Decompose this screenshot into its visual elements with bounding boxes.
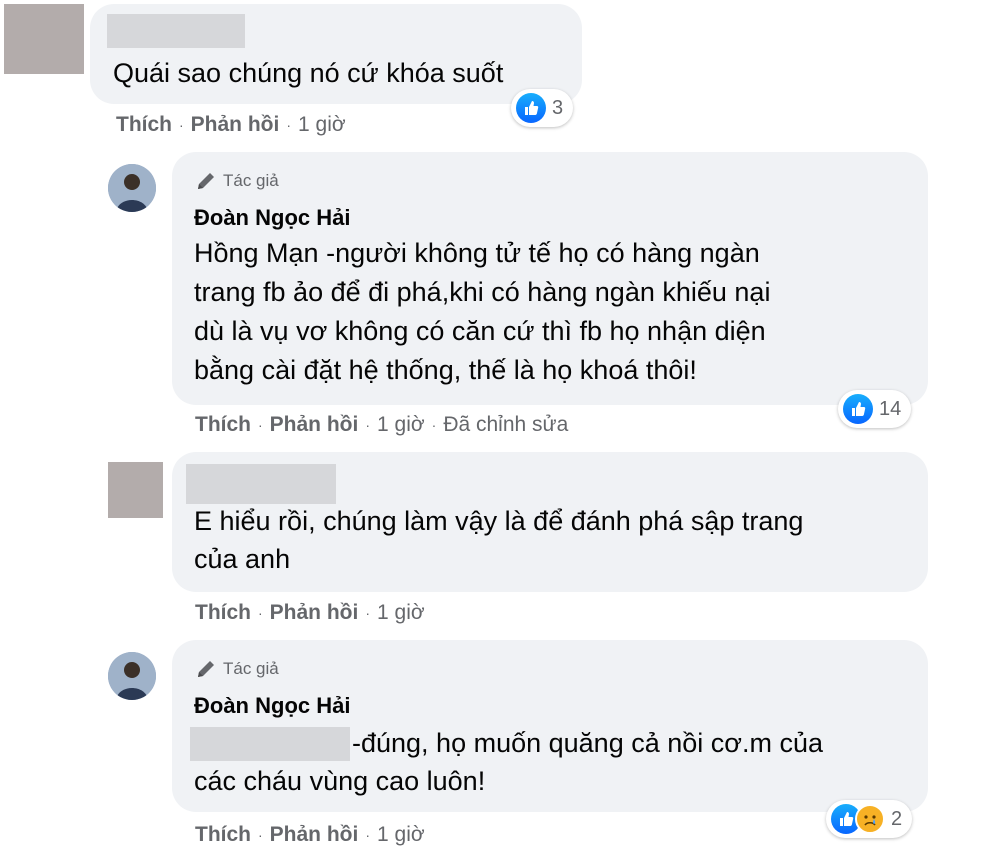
like-button[interactable]: Thích	[195, 413, 251, 437]
author-badge: Tác giả	[195, 170, 279, 192]
sad-icon	[855, 804, 885, 834]
timestamp[interactable]: 1 giờ	[377, 601, 425, 625]
reaction-count: 2	[891, 807, 903, 830]
comment-line: dù là vụ vơ không có căn cứ thì fb họ nh…	[194, 316, 766, 346]
comment-line: các cháu vùng cao luôn!	[194, 766, 486, 796]
reply-button[interactable]: Phản hồi	[270, 413, 359, 437]
blurred-name[interactable]	[186, 464, 336, 504]
separator-dot: ·	[365, 827, 371, 843]
reaction-count: 14	[879, 397, 902, 420]
like-button[interactable]: Thích	[195, 823, 251, 847]
reaction-summary[interactable]: 14	[838, 390, 912, 428]
comment-line: bằng cài đặt hệ thống, thế là họ khoá th…	[194, 355, 697, 385]
author-name[interactable]: Đoàn Ngọc Hải	[194, 693, 350, 719]
blurred-avatar[interactable]	[108, 462, 163, 518]
reaction-count: 3	[552, 96, 564, 119]
blurred-name[interactable]	[107, 14, 245, 48]
author-avatar[interactable]	[108, 652, 156, 700]
edited-label[interactable]: Đã chỉnh sửa	[443, 413, 568, 437]
author-name[interactable]: Đoàn Ngọc Hải	[194, 205, 350, 231]
reaction-summary[interactable]: 3	[511, 89, 574, 127]
author-badge-label: Tác giả	[223, 171, 279, 190]
separator-dot: ·	[365, 417, 371, 433]
like-icon	[516, 93, 546, 123]
blurred-avatar[interactable]	[4, 4, 84, 74]
comment-actions: Thích · Phản hồi · 1 giờ	[195, 601, 425, 625]
separator-dot: ·	[431, 417, 437, 433]
reply-button[interactable]: Phản hồi	[191, 113, 280, 137]
comment-line: E hiểu rồi, chúng làm vậy là để đánh phá…	[194, 506, 804, 536]
reaction-summary[interactable]: 2	[826, 800, 913, 838]
comment-actions: Thích · Phản hồi · 1 giờ · Đã chỉnh sửa	[195, 413, 568, 437]
separator-dot: ·	[286, 117, 292, 133]
pencil-icon	[198, 661, 214, 677]
comment-line: -đúng, họ muốn quăng cả nồi cơ.m của	[352, 728, 823, 758]
separator-dot: ·	[258, 417, 263, 433]
timestamp[interactable]: 1 giờ	[298, 113, 346, 137]
comment-line: của anh	[194, 544, 291, 574]
like-button[interactable]: Thích	[116, 113, 172, 137]
timestamp[interactable]: 1 giờ	[377, 413, 425, 437]
separator-dot: ·	[258, 827, 263, 843]
reply-button[interactable]: Phản hồi	[270, 823, 359, 847]
blurred-mention[interactable]	[190, 727, 350, 761]
author-badge-label: Tác giả	[223, 659, 279, 678]
pencil-icon	[198, 173, 214, 189]
comment-line: Hồng Mạn -người không tử tế họ có hàng n…	[194, 238, 760, 268]
like-icon	[843, 394, 873, 424]
comment-actions: Thích · Phản hồi · 1 giờ	[116, 113, 346, 137]
reply-button[interactable]: Phản hồi	[270, 601, 359, 625]
comment-actions: Thích · Phản hồi · 1 giờ	[195, 823, 425, 847]
timestamp[interactable]: 1 giờ	[377, 823, 425, 847]
author-avatar[interactable]	[108, 164, 156, 212]
like-button[interactable]: Thích	[195, 601, 251, 625]
comment-line: trang fb ảo để đi phá,khi có hàng ngàn k…	[194, 277, 771, 307]
separator-dot: ·	[365, 605, 371, 621]
comment-text: Quái sao chúng nó cứ khóa suốt	[113, 58, 504, 88]
separator-dot: ·	[179, 117, 184, 133]
separator-dot: ·	[258, 605, 263, 621]
author-badge: Tác giả	[195, 658, 279, 680]
